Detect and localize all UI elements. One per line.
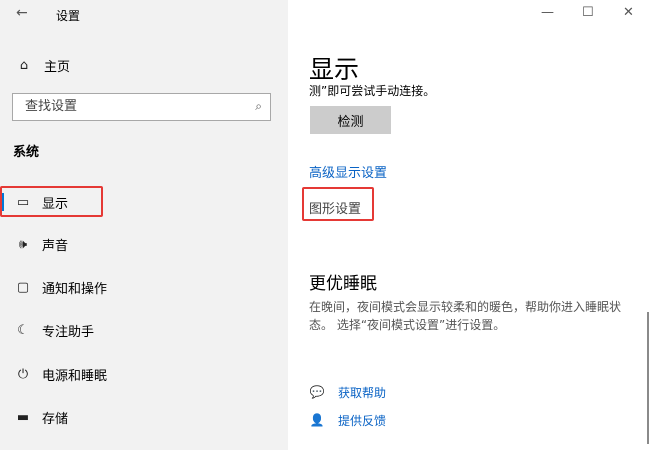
- moon-icon: ☾: [17, 322, 29, 338]
- message-icon: ▢: [16, 279, 30, 295]
- sidebar-item-label: 显示: [42, 196, 69, 212]
- maximize-icon[interactable]: ☐: [582, 5, 594, 20]
- sidebar-item-label: 存储: [42, 411, 69, 427]
- sidebar-item-sound[interactable]: 🕪 声音: [0, 228, 288, 260]
- search-icon[interactable]: ⌕: [255, 99, 262, 114]
- sidebar-item-notifications[interactable]: ▢ 通知和操作: [0, 271, 288, 303]
- graphics-settings-link[interactable]: 图形设置: [309, 198, 361, 217]
- home-icon: ⌂: [19, 57, 29, 73]
- section-title: 系统: [13, 145, 40, 160]
- search-box[interactable]: ⌕: [12, 93, 271, 121]
- sidebar-item-focus-assist[interactable]: ☾ 专注助手: [0, 314, 288, 346]
- sidebar-item-label: 声音: [42, 238, 69, 254]
- power-icon: ⏻: [17, 366, 29, 382]
- sidebar-item-storage[interactable]: ▬ 存储: [0, 401, 288, 433]
- back-arrow-icon[interactable]: ←: [16, 5, 28, 21]
- advanced-display-settings-link[interactable]: 高级显示设置: [309, 162, 387, 181]
- storage-icon: ▬: [16, 409, 30, 425]
- close-icon[interactable]: ✕: [623, 5, 634, 20]
- section-heading: 更优睡眠: [309, 274, 377, 294]
- help-label: 获取帮助: [338, 385, 387, 400]
- sidebar-item-power-sleep[interactable]: ⏻ 电源和睡眠: [0, 358, 288, 390]
- feedback-icon: 👤: [309, 413, 325, 427]
- active-indicator: [0, 193, 4, 211]
- help-chat-icon: 💬: [309, 385, 325, 399]
- sidebar-item-label: 电源和睡眠: [42, 368, 108, 384]
- monitor-icon: ▭: [16, 194, 30, 210]
- sidebar: ← 设置 ⌂ 主页 ⌕ 系统 ▭ 显示 🕪 声音 ▢ 通知和操作 ☾ 专注助手 …: [0, 0, 288, 450]
- sidebar-item-label: 通知和操作: [42, 281, 108, 297]
- sidebar-item-label: 专注助手: [42, 324, 95, 340]
- description-text: 测”即可尝试手动连接。: [309, 84, 436, 98]
- main-content: — ☐ ✕ 显示 测”即可尝试手动连接。 检测 高级显示设置 图形设置 更优睡眠…: [288, 0, 649, 450]
- page-title: 显示: [309, 55, 360, 84]
- sidebar-item-display[interactable]: ▭ 显示: [0, 186, 288, 218]
- give-feedback-link[interactable]: 👤 提供反馈: [309, 410, 387, 430]
- minimize-icon[interactable]: —: [541, 5, 554, 20]
- detect-button[interactable]: 检测: [310, 106, 391, 134]
- speaker-icon: 🕪: [18, 236, 28, 252]
- window-title: 设置: [56, 9, 81, 23]
- help-label: 提供反馈: [338, 413, 387, 428]
- search-input[interactable]: [25, 99, 245, 114]
- sidebar-item-label: 主页: [44, 59, 71, 75]
- section-description: 在晚间，夜间模式会显示较柔和的暖色，帮助你进入睡眠状态。 选择“夜间模式设置”进…: [309, 300, 622, 332]
- sidebar-item-home[interactable]: ⌂ 主页: [16, 55, 70, 75]
- get-help-link[interactable]: 💬 获取帮助: [309, 382, 387, 402]
